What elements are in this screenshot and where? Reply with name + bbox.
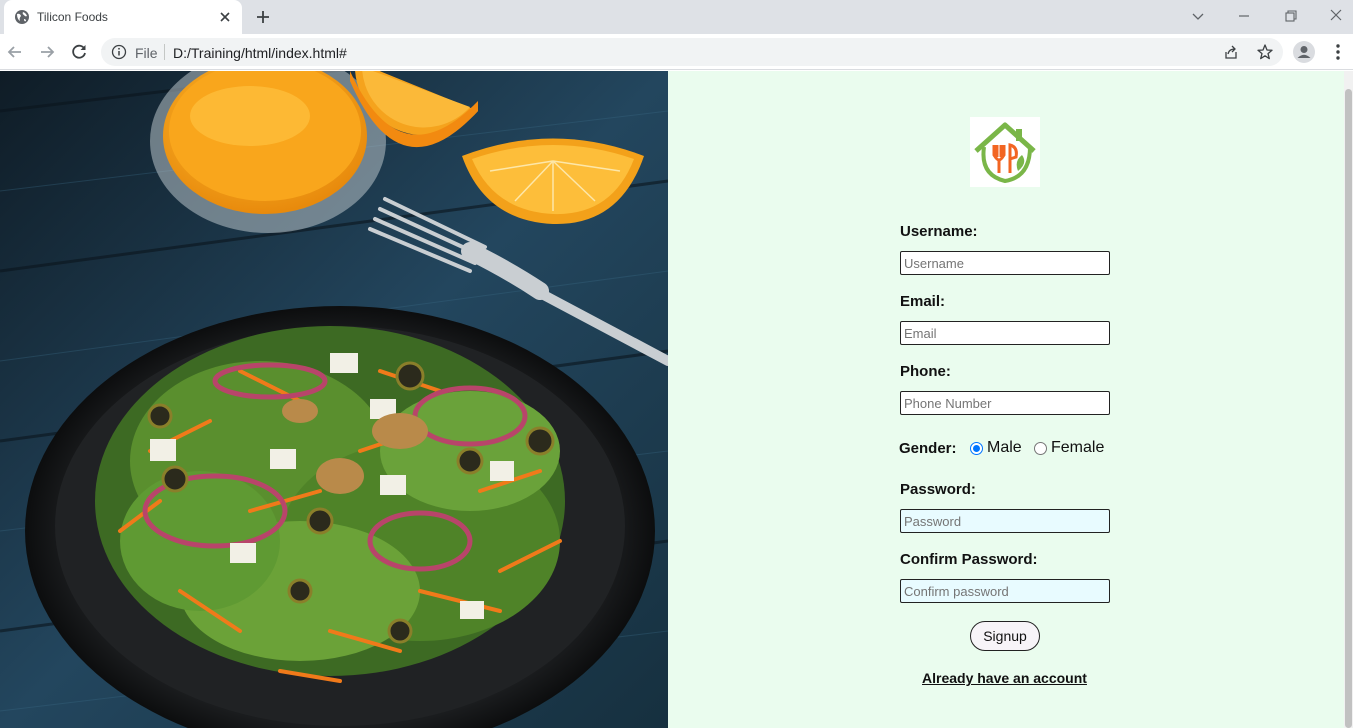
confirm-password-input[interactable] — [900, 579, 1110, 603]
email-label: Email: — [900, 293, 946, 310]
gender-female-label[interactable]: Female — [1051, 439, 1104, 457]
email-input[interactable] — [900, 321, 1110, 345]
gender-female-radio[interactable] — [1034, 442, 1047, 455]
browser-tab[interactable]: Tilicon Foods — [4, 0, 242, 34]
url-text[interactable]: D:/Training/html/index.html# — [173, 45, 347, 61]
salad-photo-illustration — [0, 71, 668, 728]
tab-title: Tilicon Foods — [37, 10, 108, 24]
page-viewport: Username: Email: Phone: Gender: Male Fem… — [0, 71, 1353, 728]
close-window-icon[interactable] — [1324, 6, 1348, 26]
tab-strip: Tilicon Foods — [0, 0, 1353, 34]
scheme-label: File — [135, 45, 158, 61]
restore-icon[interactable] — [1278, 6, 1302, 26]
confirm-password-label: Confirm Password: — [900, 551, 1038, 568]
info-icon[interactable] — [111, 44, 127, 60]
browser-toolbar: File D:/Training/html/index.html# — [0, 34, 1353, 70]
signup-panel: Username: Email: Phone: Gender: Male Fem… — [668, 71, 1344, 728]
address-bar[interactable]: File D:/Training/html/index.html# — [101, 38, 1283, 66]
reload-icon[interactable] — [68, 41, 90, 63]
scrollbar-thumb[interactable] — [1345, 89, 1352, 728]
kebab-menu-icon[interactable] — [1328, 42, 1348, 62]
food-photo — [0, 71, 668, 728]
minimize-icon[interactable] — [1232, 6, 1256, 26]
username-label: Username: — [900, 223, 978, 240]
gender-label: Gender: — [899, 440, 957, 457]
password-input[interactable] — [900, 509, 1110, 533]
phone-input[interactable] — [900, 391, 1110, 415]
gender-male-label[interactable]: Male — [987, 439, 1022, 457]
phone-label: Phone: — [900, 363, 951, 380]
globe-icon — [15, 10, 29, 24]
tab-search-chevron-icon[interactable] — [1186, 6, 1210, 26]
close-tab-icon[interactable] — [216, 8, 234, 26]
login-link[interactable]: Already have an account — [922, 670, 1087, 686]
password-label: Password: — [900, 481, 976, 498]
new-tab-icon[interactable] — [252, 6, 274, 28]
signup-button[interactable]: Signup — [970, 621, 1040, 651]
forward-arrow-icon[interactable] — [36, 41, 58, 63]
omnibox-divider — [164, 44, 165, 60]
back-arrow-icon[interactable] — [4, 41, 26, 63]
username-input[interactable] — [900, 251, 1110, 275]
bookmark-star-icon[interactable] — [1256, 43, 1274, 61]
share-icon[interactable] — [1223, 44, 1239, 60]
house-cutlery-logo-icon — [970, 117, 1040, 187]
page-scrollbar[interactable] — [1344, 71, 1353, 728]
profile-avatar-icon[interactable] — [1293, 41, 1315, 63]
gender-male-radio[interactable] — [970, 442, 983, 455]
